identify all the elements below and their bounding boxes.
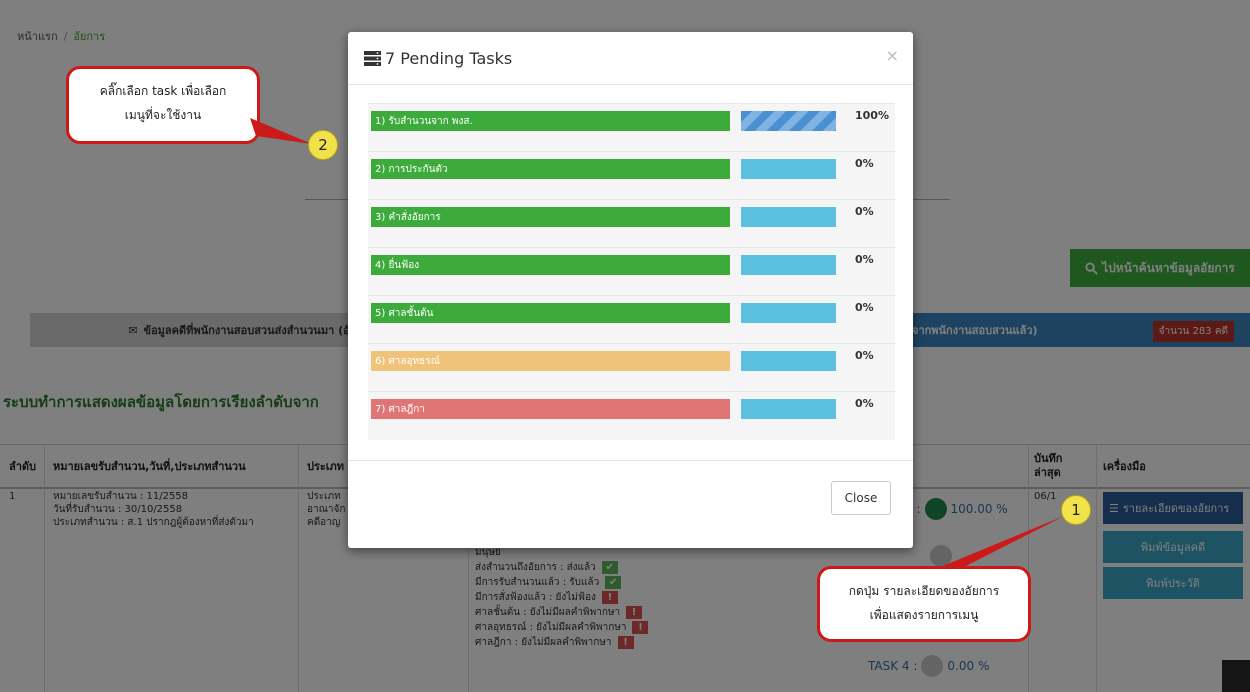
task-percent: 100%: [855, 109, 889, 122]
task-button[interactable]: 2) การประกันตัว: [371, 159, 730, 179]
task-progress-bar: [741, 303, 836, 323]
task-row[interactable]: 6) ศาลอุทธรณ์ 0%: [368, 343, 895, 392]
task-row[interactable]: 1) รับสำนวนจาก พงส. 100%: [368, 103, 895, 152]
step-badge-1: 1: [1061, 495, 1091, 525]
task-list: 1) รับสำนวนจาก พงส. 100% 2) การประกันตัว 0%…: [368, 103, 895, 440]
task-percent: 0%: [855, 349, 874, 362]
task-progress-bar: [741, 111, 836, 131]
task-row[interactable]: 7) ศาลฎีกา 0%: [368, 391, 895, 440]
task-progress-bar: [741, 207, 836, 227]
server-icon: [364, 51, 381, 66]
task-percent: 0%: [855, 301, 874, 314]
modal-close-icon[interactable]: ×: [886, 46, 899, 65]
callout-top: คลิ๊กเลือก task เพื่อเลือก เมนูที่จะใช้ง…: [66, 66, 260, 144]
modal-title: 7 Pending Tasks: [364, 49, 512, 68]
step-badge-2: 2: [308, 130, 338, 160]
modal-title-text: 7 Pending Tasks: [385, 49, 513, 68]
task-button[interactable]: 4) ยื่นฟ้อง: [371, 255, 730, 275]
task-row[interactable]: 4) ยื่นฟ้อง 0%: [368, 247, 895, 296]
task-percent: 0%: [855, 205, 874, 218]
task-row[interactable]: 2) การประกันตัว 0%: [368, 151, 895, 200]
task-progress-bar: [741, 399, 836, 419]
task-progress-bar: [741, 255, 836, 275]
task-row[interactable]: 3) คำสั่งอัยการ 0%: [368, 199, 895, 248]
task-button[interactable]: 7) ศาลฎีกา: [371, 399, 730, 419]
callout-top-line1: คลิ๊กเลือก task เพื่อเลือก: [99, 84, 227, 98]
task-percent: 0%: [855, 157, 874, 170]
task-row[interactable]: 5) ศาลชั้นต้น 0%: [368, 295, 895, 344]
task-progress-bar: [741, 351, 836, 371]
callout-bottom-line2: เพื่อแสดงรายการเมนู: [869, 608, 979, 622]
modal-footer: Close: [348, 460, 913, 549]
task-progress-fill: [741, 111, 836, 131]
task-percent: 0%: [855, 397, 874, 410]
modal-header: 7 Pending Tasks ×: [348, 32, 913, 85]
task-button[interactable]: 1) รับสำนวนจาก พงส.: [371, 111, 730, 131]
callout-top-line2: เมนูที่จะใช้งาน: [124, 108, 202, 122]
pending-tasks-modal: 7 Pending Tasks × 1) รับสำนวนจาก พงส. 100…: [348, 32, 913, 548]
task-percent: 0%: [855, 253, 874, 266]
task-progress-bar: [741, 159, 836, 179]
task-button[interactable]: 6) ศาลอุทธรณ์: [371, 351, 730, 371]
page: หน้าแรก/อัยการ ไปหน้าค้นหาข้อมูลอัยการ ✉…: [0, 0, 1250, 692]
task-button[interactable]: 3) คำสั่งอัยการ: [371, 207, 730, 227]
callout-bottom-line1: กดปุ่ม รายละเอียดของอัยการ: [848, 584, 1000, 598]
callout-bottom-pointer: [938, 516, 1064, 568]
task-button[interactable]: 5) ศาลชั้นต้น: [371, 303, 730, 323]
close-button[interactable]: Close: [831, 481, 891, 515]
